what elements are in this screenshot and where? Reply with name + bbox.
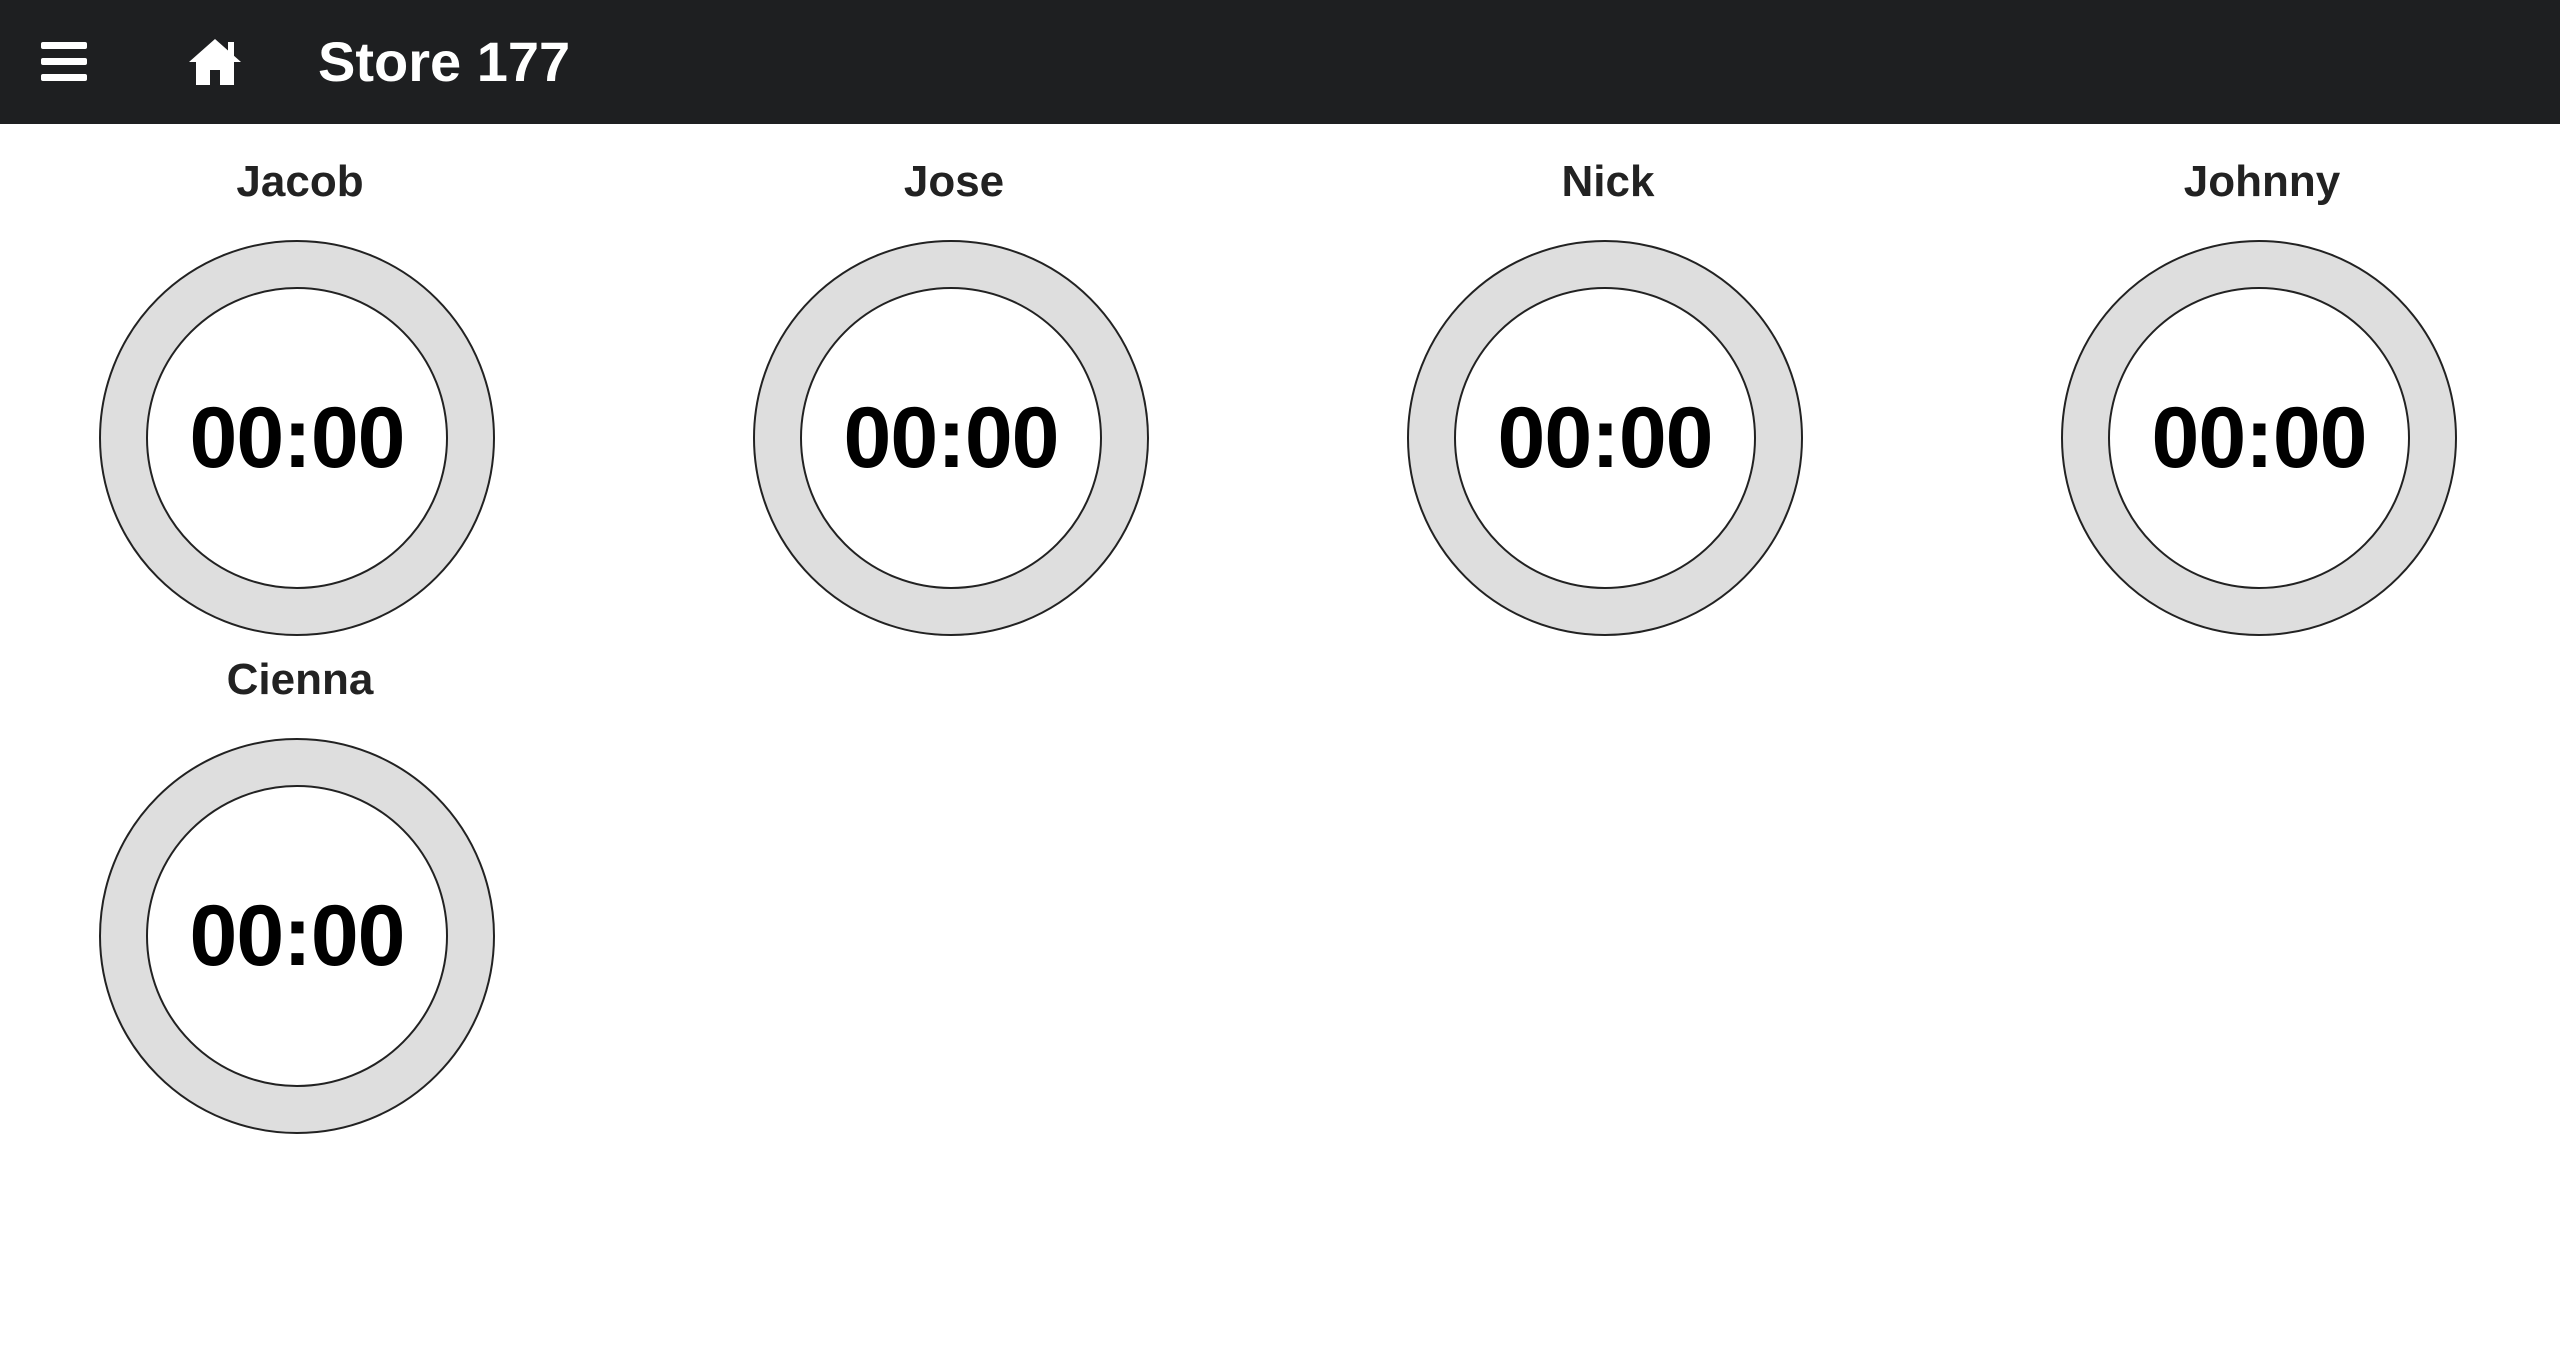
top-app-bar: Store 177 (0, 0, 2560, 124)
timer-face: 00:00 (1454, 287, 1756, 589)
timer-ring[interactable]: 00:00 (2061, 240, 2457, 636)
timer-card-jose: Jose 00:00 (734, 124, 1174, 636)
hamburger-menu-icon[interactable] (38, 38, 92, 86)
timer-card-nick: Nick 00:00 (1388, 124, 1828, 636)
employee-name: Jacob (236, 157, 364, 206)
timer-value: 00:00 (189, 389, 406, 486)
timer-face: 00:00 (146, 287, 448, 589)
timer-face: 00:00 (146, 785, 448, 1087)
timer-ring[interactable]: 00:00 (99, 240, 495, 636)
employee-name: Nick (1561, 157, 1655, 206)
timer-card-cienna: Cienna 00:00 (80, 622, 520, 1134)
home-icon[interactable] (186, 36, 244, 88)
timer-ring[interactable]: 00:00 (753, 240, 1149, 636)
employee-name: Cienna (226, 655, 374, 704)
employee-name: Johnny (2183, 157, 2341, 206)
timer-value: 00:00 (189, 887, 406, 984)
timer-ring[interactable]: 00:00 (99, 738, 495, 1134)
timer-face: 00:00 (800, 287, 1102, 589)
timer-card-johnny: Johnny 00:00 (2042, 124, 2482, 636)
timer-ring[interactable]: 00:00 (1407, 240, 1803, 636)
timer-value: 00:00 (1497, 389, 1714, 486)
timer-face: 00:00 (2108, 287, 2410, 589)
timer-card-jacob: Jacob 00:00 (80, 124, 520, 636)
employee-name: Jose (903, 157, 1005, 206)
timer-value: 00:00 (2151, 389, 2368, 486)
page-title: Store 177 (318, 30, 571, 93)
timer-value: 00:00 (843, 389, 1060, 486)
